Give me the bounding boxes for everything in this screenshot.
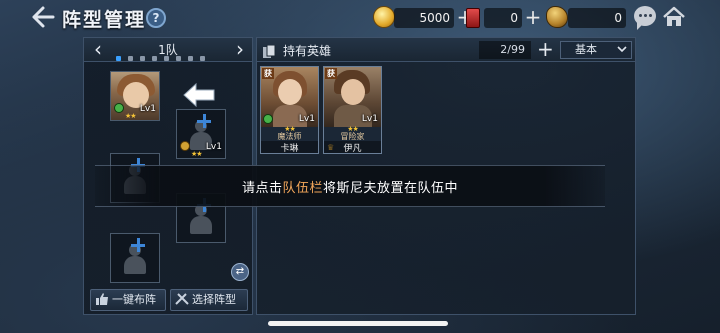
chevron-down-icon xyxy=(617,46,627,53)
tutorial-banner: 请点击队伍栏将斯尼夫放置在队伍中 xyxy=(95,165,605,207)
next-team-button[interactable]: › xyxy=(230,39,250,59)
element-icon xyxy=(180,141,190,151)
scroll-amount: 0 xyxy=(510,11,518,25)
gold-amount: 5000 xyxy=(419,11,450,25)
obtained-badge: 获 xyxy=(262,68,274,79)
team-slot-5[interactable] xyxy=(110,233,160,283)
team-slot-2[interactable]: Lv1 ★★ xyxy=(176,109,226,159)
stone-amount: 0 xyxy=(614,11,622,25)
back-arrow-icon[interactable] xyxy=(30,4,56,30)
page-dot xyxy=(176,56,181,61)
gold-resource-bar: 5000 xyxy=(394,8,454,28)
element-icon xyxy=(114,103,124,113)
help-icon[interactable]: ? xyxy=(146,8,166,28)
red-scroll-icon xyxy=(462,8,482,30)
add-plus-icon xyxy=(197,114,211,128)
hero-name: 卡琳 xyxy=(261,141,318,153)
page-title: 阵型管理 xyxy=(62,9,147,31)
team-slot-1[interactable]: Lv1 ★★ xyxy=(110,71,160,121)
page-dot xyxy=(200,56,205,61)
choose-formation-button[interactable]: 选择阵型 xyxy=(170,289,248,311)
add-scroll-button[interactable]: + xyxy=(524,7,542,27)
gold-stone-icon xyxy=(546,6,568,28)
page-dot xyxy=(164,56,169,61)
swap-icon[interactable]: ⇄ xyxy=(231,263,249,281)
team-page-indicator xyxy=(116,56,205,61)
tutorial-text: 请点击队伍栏将斯尼夫放置在队伍中 xyxy=(95,177,605,196)
star-rating: ★★ xyxy=(125,112,137,120)
team-selector: ‹ 1队 › xyxy=(84,38,252,62)
cards-icon xyxy=(263,43,277,58)
obtained-badge: 获 xyxy=(325,68,337,79)
sort-dropdown[interactable]: 基本 xyxy=(560,41,632,59)
expand-capacity-button[interactable]: + xyxy=(537,39,554,59)
hero-level: Lv1 xyxy=(361,114,378,124)
page-dot xyxy=(128,56,133,61)
top-bar: 阵型管理 ? 5000 + 0 + 0 xyxy=(0,0,720,36)
stone-resource-bar: 0 xyxy=(568,8,626,28)
hero-count: 2/99 xyxy=(479,41,531,59)
hero-list-title: 持有英雄 xyxy=(283,44,332,58)
auto-arrange-label: 一键布阵 xyxy=(112,293,156,306)
auto-arrange-button[interactable]: 一键布阵 xyxy=(90,289,166,311)
tutorial-suffix: 将斯尼夫放置在队伍中 xyxy=(323,181,459,196)
hero-card[interactable]: 获 Lv1 ★★ 冒险家 ♛ 伊凡 xyxy=(323,66,382,154)
scroll-resource-bar: 0 xyxy=(484,8,522,28)
gold-coin-icon xyxy=(373,6,395,28)
home-icon[interactable] xyxy=(662,5,686,29)
chat-icon[interactable] xyxy=(634,6,656,30)
home-indicator[interactable] xyxy=(268,321,448,326)
slot-level: Lv1 xyxy=(205,142,222,152)
hero-list-header: 持有英雄 2/99 + 基本 xyxy=(257,38,635,62)
thumbs-up-icon xyxy=(96,293,108,305)
choose-formation-label: 选择阵型 xyxy=(192,293,236,306)
hero-card[interactable]: 获 Lv1 ★★ 魔法师 卡琳 xyxy=(260,66,319,154)
tutorial-highlight: 队伍栏 xyxy=(282,181,323,196)
tutorial-prefix: 请点击 xyxy=(241,181,283,196)
page-dot xyxy=(116,56,121,61)
slot-level: Lv1 xyxy=(139,104,156,114)
hero-name: 伊凡 xyxy=(324,141,381,153)
add-plus-icon xyxy=(131,238,145,252)
page-dot xyxy=(152,56,157,61)
tutorial-arrow-icon xyxy=(182,82,216,108)
page-dot xyxy=(188,56,193,61)
formation-icon xyxy=(175,293,189,305)
star-rating: ★★ xyxy=(191,150,203,158)
page-dot xyxy=(140,56,145,61)
sort-value: 基本 xyxy=(575,43,597,56)
element-icon xyxy=(263,114,273,124)
hero-level: Lv1 xyxy=(298,114,315,124)
